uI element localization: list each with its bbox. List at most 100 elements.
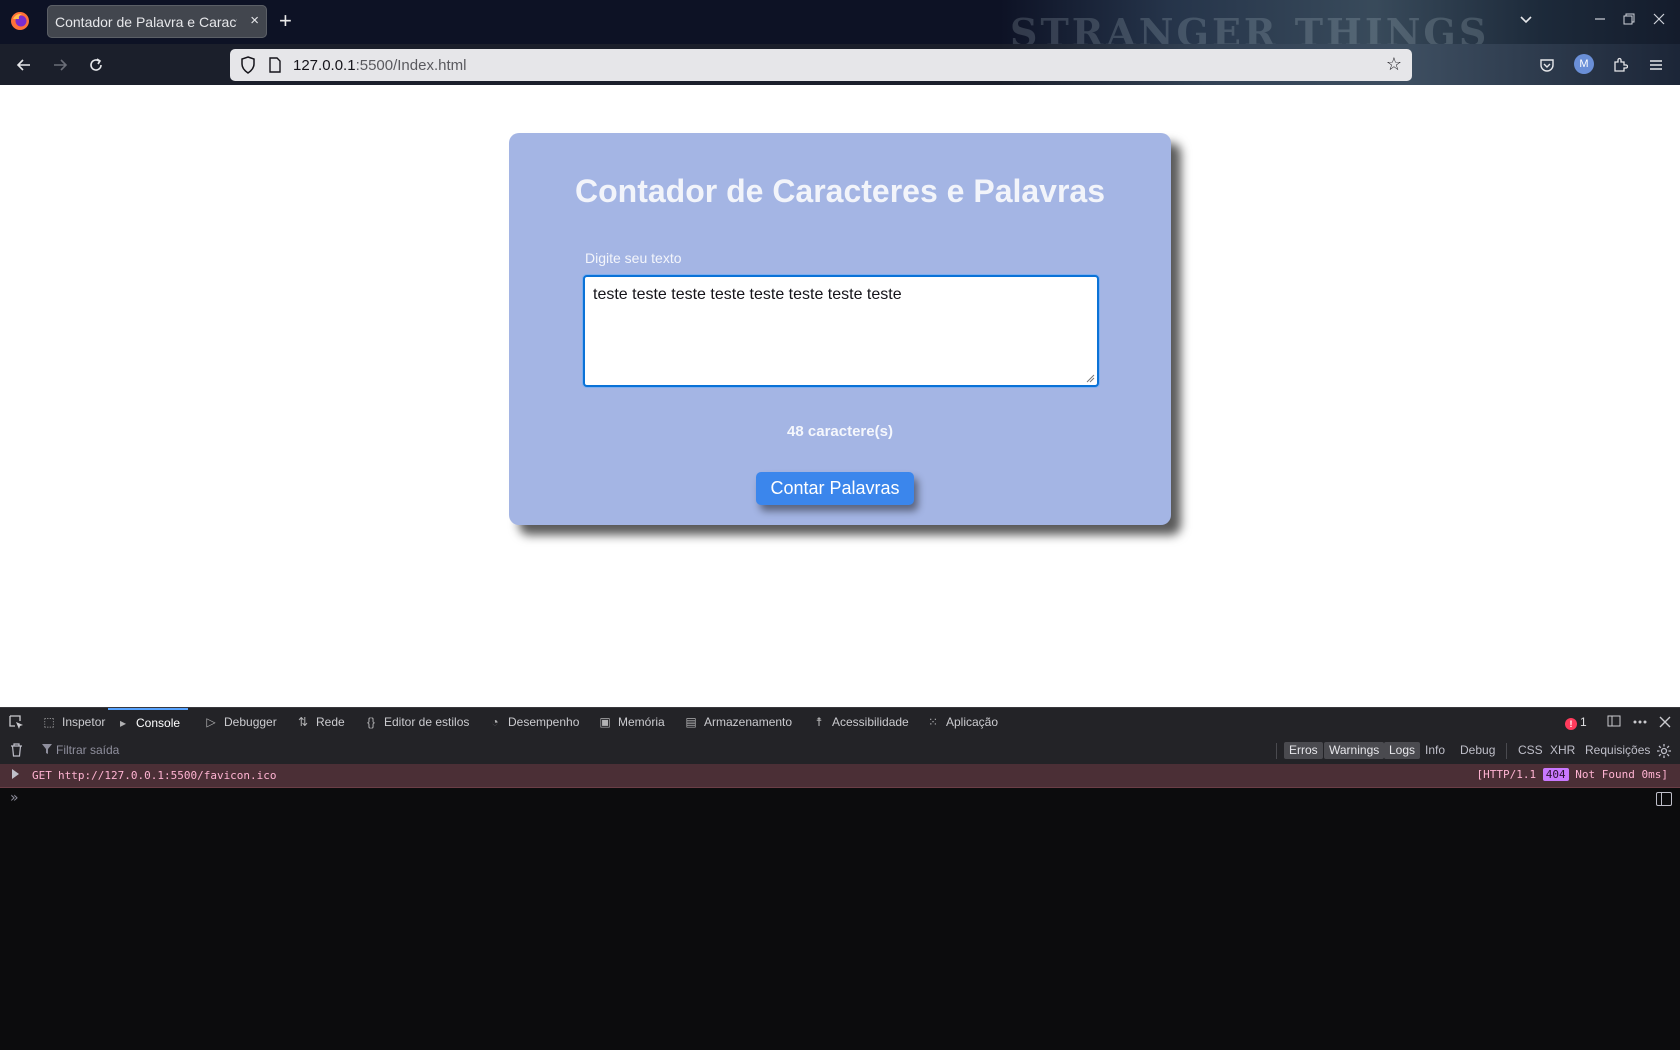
filter-info-toggle[interactable]: Info [1420,742,1450,759]
count-words-button[interactable]: Contar Palavras [756,472,914,505]
filter-errors-toggle[interactable]: Erros [1284,742,1323,759]
debugger-icon: ▷ [206,715,216,729]
performance-icon: ◔ [491,715,499,729]
browser-tab-active[interactable]: Contador de Palavra e Caracteres × [47,5,267,38]
counter-card: Contador de Caracteres e Palavras Digite… [509,133,1171,525]
tab-title: Contador de Palavra e Caracteres [55,14,237,30]
devtools-tab-label: Acessibilidade [832,715,909,729]
request-method: GET [32,769,52,782]
funnel-icon [42,744,52,754]
browser-nav-bar: 127.0.0.1:5500/Index.html ☆ M [0,44,1680,86]
browser-tab-bar: STRANGER THINGS Contador de Palavra e Ca… [0,0,1680,44]
url-host: 127.0.0.1 [293,57,356,74]
status-code-badge: 404 [1542,768,1569,781]
url-text[interactable]: 127.0.0.1:5500/Index.html [293,57,466,74]
text-input-value[interactable]: teste teste teste teste teste teste test… [593,286,902,304]
back-icon[interactable] [12,53,36,77]
console-input-row[interactable]: » [0,789,1680,809]
restore-icon[interactable] [1623,12,1635,28]
devtools-tab-label: Debugger [224,715,277,729]
filter-output-input[interactable]: Filtrar saída [40,742,340,759]
filter-warnings-toggle[interactable]: Warnings [1324,742,1385,759]
theme-banner-text: STRANGER THINGS [1010,10,1490,44]
tracking-shield-icon[interactable] [238,55,258,75]
divider [1276,743,1277,759]
error-count: 1 [1580,715,1587,729]
devtools-tab-style-editor[interactable]: {} Editor de estilos [364,708,469,737]
devtools-tab-label: Memória [618,715,665,729]
gear-icon[interactable] [1656,743,1672,759]
devtools-tab-label: Armazenamento [704,715,793,729]
network-icon: ⇅ [297,715,309,729]
editor-mode-icon[interactable] [1656,792,1672,806]
filter-placeholder: Filtrar saída [56,743,120,757]
page-viewport: Contador de Caracteres e Palavras Digite… [0,85,1680,707]
page-info-icon[interactable] [266,56,284,74]
devtools-tab-accessibility[interactable]: ☨ Acessibilidade [812,708,909,737]
resize-grip-icon[interactable] [1085,373,1095,383]
accessibility-icon: ☨ [815,715,823,729]
memory-icon: ▣ [599,715,611,729]
close-devtools-icon[interactable] [1658,713,1672,732]
forward-icon[interactable] [48,53,72,77]
devtools-tab-performance[interactable]: ◔ Desempenho [488,708,579,737]
expand-caret-icon[interactable] [12,769,19,779]
devtools-tab-application[interactable]: ⁙ Aplicação [926,708,998,737]
devtools-tab-debugger[interactable]: ▷ Debugger [204,708,277,737]
application-icon: ⁙ [927,715,939,729]
devtools-tab-label: Editor de estilos [384,715,470,729]
url-bar[interactable]: 127.0.0.1:5500/Index.html ☆ [230,49,1412,81]
devtools-tab-label: Inspetor [62,715,106,729]
devtools-tab-console[interactable]: ▸ Console [108,708,189,739]
error-icon: ! [1565,718,1577,730]
bookmark-star-icon[interactable]: ☆ [1386,54,1402,75]
filter-debug-toggle[interactable]: Debug [1455,742,1500,759]
tab-list-chevron-icon[interactable] [1519,12,1533,29]
devtools-toolbar: ⬚ Inspetor ▸ Console ▷ Debugger ⇅ Rede {} Edi… [0,707,1680,738]
devtools-tab-storage[interactable]: ▤ Armazenamento [684,708,792,737]
status-suffix: Not Found 0ms] [1575,768,1668,781]
filter-requests-toggle[interactable]: Requisições [1580,742,1655,759]
style-editor-icon: {} [366,715,375,729]
devtools-tab-memory[interactable]: ▣ Memória [598,708,665,737]
devtools-tab-inspector[interactable]: ⬚ Inspetor [42,708,105,737]
status-prefix: [HTTP/1.1 [1476,768,1537,781]
dock-side-icon[interactable] [1606,713,1622,732]
more-options-icon[interactable] [1632,713,1648,732]
account-avatar[interactable]: M [1574,54,1594,74]
clear-console-icon[interactable] [10,743,23,757]
extensions-icon[interactable] [1609,54,1631,76]
tab-close-icon[interactable]: × [250,12,259,29]
divider [1506,743,1507,759]
textarea-label: Digite seu texto [585,250,682,266]
reload-icon[interactable] [84,53,108,77]
char-count-text: 48 caractere(s) [787,423,893,440]
filter-css-toggle[interactable]: CSS [1513,742,1548,759]
console-prompt-icon: » [10,790,19,806]
devtools-tab-network[interactable]: ⇅ Rede [296,708,345,737]
devtools-tab-label: Aplicação [946,715,999,729]
filter-xhr-toggle[interactable]: XHR [1545,742,1580,759]
close-window-icon[interactable] [1653,12,1665,28]
inspector-icon: ⬚ [43,715,55,729]
menu-hamburger-icon[interactable] [1645,54,1667,76]
console-error-row[interactable]: GET http://127.0.0.1:5500/favicon.ico [H… [0,764,1680,788]
devtools-tab-label: Desempenho [508,715,580,729]
new-tab-button[interactable]: + [279,10,292,32]
request-url[interactable]: http://127.0.0.1:5500/favicon.ico [58,769,277,782]
console-icon: ▸ [119,716,127,730]
devtools-tab-label: Rede [316,715,345,729]
firefox-icon[interactable] [10,11,30,31]
minimize-icon[interactable] [1594,12,1606,28]
url-path: :5500/Index.html [355,57,467,74]
response-status: [HTTP/1.1 404 Not Found 0ms] [1477,768,1668,781]
devtools-tab-label: Console [136,716,181,730]
devtools-panel: ⬚ Inspetor ▸ Console ▷ Debugger ⇅ Rede {} Edi… [0,707,1680,1050]
filter-logs-toggle[interactable]: Logs [1384,742,1421,759]
text-input-area[interactable]: teste teste teste teste teste teste test… [583,275,1099,387]
error-counter[interactable]: ! 1 [1565,715,1587,730]
console-filter-bar: Filtrar saída Erros Warnings Logs Info D… [0,737,1680,765]
page-title: Contador de Caracteres e Palavras [574,173,1106,209]
element-picker-icon[interactable] [8,714,24,730]
pocket-icon[interactable] [1536,54,1558,76]
